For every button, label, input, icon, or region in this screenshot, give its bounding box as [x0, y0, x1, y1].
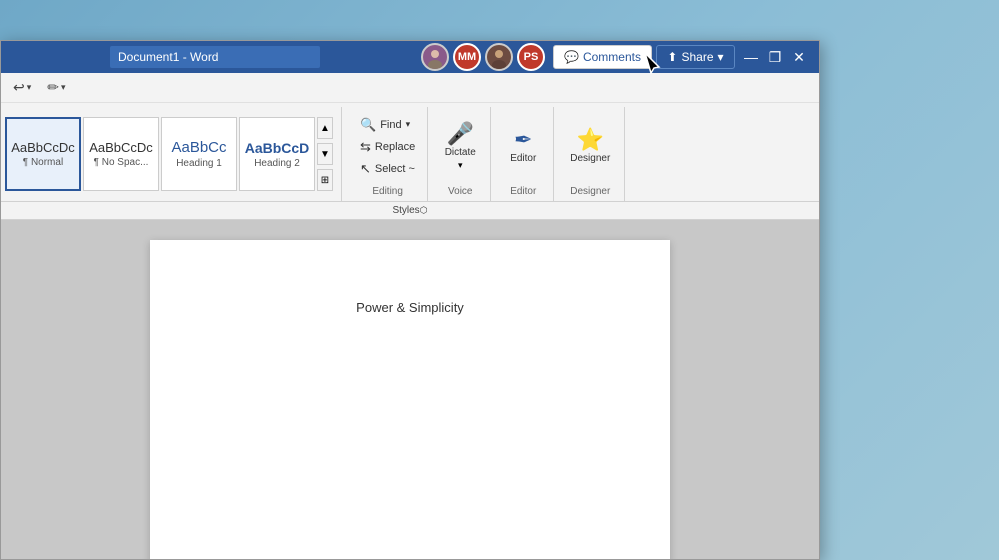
avatar-ps[interactable]: PS — [517, 43, 545, 71]
pen-button[interactable]: ✏ ▾ — [43, 77, 69, 98]
restore-button[interactable]: ❐ — [763, 45, 787, 69]
editor-button[interactable]: ✒ Editor — [501, 125, 545, 168]
styles-scroll: ▲ ▼ ⊞ — [317, 117, 333, 191]
pen-icon: ✏ — [47, 79, 59, 96]
close-button[interactable]: ✕ — [787, 45, 811, 69]
user-avatars: MM PS — [421, 43, 545, 71]
avatar-user1[interactable] — [421, 43, 449, 71]
title-input[interactable] — [110, 46, 320, 68]
title-bar: MM PS 💬 Comments ⬆ Share ▾ — — [1, 41, 819, 73]
editing-label: Editing — [372, 186, 403, 201]
select-icon: ↖ — [360, 161, 371, 177]
select-button[interactable]: ↖ Select ~ — [356, 159, 419, 179]
ribbon-group-editor: ✒ Editor Editor — [493, 107, 554, 201]
styles-list: AaBbCcDc ¶ Normal AaBbCcDc ¶ No Spac... … — [5, 114, 315, 194]
style-normal[interactable]: AaBbCcDc ¶ Normal — [5, 117, 81, 191]
designer-buttons: ⭐ Designer — [564, 107, 616, 186]
style-nospace-preview: AaBbCcDc — [89, 140, 153, 155]
doc-center-text: Power & Simplicity — [230, 300, 590, 315]
ribbon-group-voice: 🎤 Dictate ▾ Voice — [430, 107, 491, 201]
editing-small-group: 🔍 Find ▾ ⇆ Replace ↖ Select ~ — [356, 115, 419, 179]
style-heading2[interactable]: AaBbCcD Heading 2 — [239, 117, 315, 191]
quick-access-toolbar: ↩ ▾ ✏ ▾ — [1, 73, 819, 103]
undo-icon: ↩ — [13, 79, 25, 96]
ribbon-main: AaBbCcDc ¶ Normal AaBbCcDc ¶ No Spac... … — [1, 103, 819, 201]
doc-large-text: es — [140, 540, 273, 559]
designer-label: Designer — [570, 186, 610, 201]
share-icon: ⬆ — [667, 50, 677, 64]
style-h1-preview: AaBbCc — [171, 139, 226, 156]
styles-expand-icon: ⬡ — [420, 205, 428, 216]
style-h2-label: Heading 2 — [254, 158, 300, 169]
replace-button[interactable]: ⇆ Replace — [356, 137, 419, 157]
undo-chevron: ▾ — [27, 82, 32, 93]
comments-button[interactable]: 💬 Comments — [553, 45, 652, 69]
ribbon-group-editing: 🔍 Find ▾ ⇆ Replace ↖ Select ~ — [348, 107, 428, 201]
style-normal-preview: AaBbCcDc — [11, 140, 75, 155]
styles-expand[interactable]: ⊞ — [317, 169, 333, 191]
word-window: MM PS 💬 Comments ⬆ Share ▾ — — [0, 40, 820, 560]
minimize-button[interactable]: — — [739, 45, 763, 69]
share-button[interactable]: ⬆ Share ▾ — [656, 45, 734, 69]
find-chevron: ▾ — [406, 119, 411, 130]
share-chevron-icon: ▾ — [718, 50, 724, 64]
comment-icon: 💬 — [564, 50, 579, 64]
style-nospace-label: ¶ No Spac... — [94, 157, 149, 168]
style-heading1[interactable]: AaBbCc Heading 1 — [161, 117, 237, 191]
microphone-icon: 🎤 — [447, 123, 474, 145]
find-button[interactable]: 🔍 Find ▾ — [356, 115, 419, 135]
style-normal-label: ¶ Normal — [23, 157, 63, 168]
styles-text: Styles — [392, 205, 419, 216]
styles-gallery: AaBbCcDc ¶ Normal AaBbCcDc ¶ No Spac... … — [5, 107, 342, 201]
find-icon: 🔍 — [360, 117, 376, 133]
editor-buttons: ✒ Editor — [501, 107, 545, 186]
ribbon-group-designer: ⭐ Designer Designer — [556, 107, 625, 201]
document-area: Power & Simplicity es — [1, 220, 819, 559]
style-h2-preview: AaBbCcD — [245, 140, 310, 156]
styles-bottom-label[interactable]: Styles ⬡ — [1, 201, 819, 219]
avatar-user2[interactable] — [485, 43, 513, 71]
voice-buttons: 🎤 Dictate ▾ — [438, 107, 482, 186]
editing-buttons: 🔍 Find ▾ ⇆ Replace ↖ Select ~ — [356, 107, 419, 186]
ribbon: ↩ ▾ ✏ ▾ AaBbCcDc ¶ Normal — [1, 73, 819, 220]
designer-icon: ⭐ — [577, 129, 604, 151]
document-page[interactable]: Power & Simplicity es — [150, 240, 670, 559]
voice-label: Voice — [448, 186, 472, 201]
editor-label: Editor — [510, 186, 536, 201]
pen-chevron: ▾ — [61, 82, 66, 93]
styles-scroll-up[interactable]: ▲ — [317, 117, 333, 139]
editor-icon: ✒ — [514, 129, 532, 151]
designer-button[interactable]: ⭐ Designer — [564, 125, 616, 168]
style-h1-label: Heading 1 — [176, 158, 222, 169]
undo-button[interactable]: ↩ ▾ — [9, 77, 35, 98]
replace-icon: ⇆ — [360, 139, 371, 155]
title-bar-center — [9, 46, 421, 68]
dictate-chevron: ▾ — [458, 160, 463, 171]
styles-scroll-down[interactable]: ▼ — [317, 143, 333, 165]
dictate-button[interactable]: 🎤 Dictate ▾ — [438, 119, 482, 175]
style-no-space[interactable]: AaBbCcDc ¶ No Spac... — [83, 117, 159, 191]
avatar-mm[interactable]: MM — [453, 43, 481, 71]
